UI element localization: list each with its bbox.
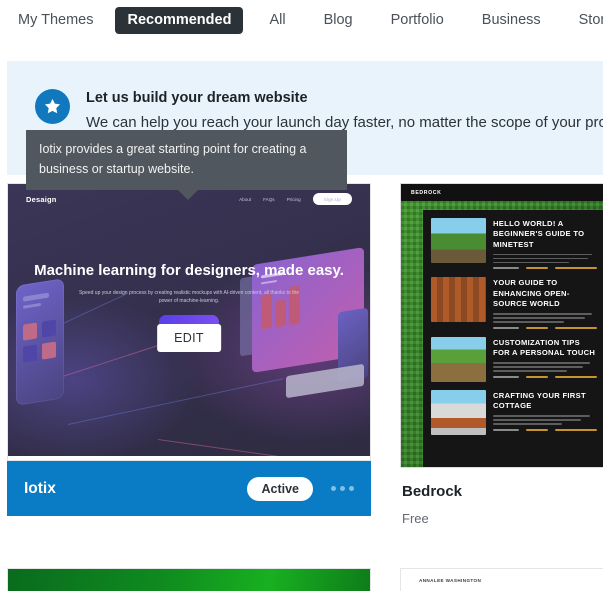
post-title: YOUR GUIDE TO ENHANCING OPEN-SOURCE WORL… — [493, 278, 570, 308]
theme-screenshot-iotix[interactable]: Desaign About FAQs Pricing Sign Up Machi… — [7, 183, 371, 461]
theme-card-footer-iotix: Iotix Active — [7, 461, 371, 516]
nav-item-portfolio[interactable]: Portfolio — [379, 7, 456, 34]
preview-body-text: Speed up your design process by creating… — [78, 289, 300, 305]
theme-name-bedrock: Bedrock — [402, 483, 463, 500]
theme-screenshot-partial-left[interactable] — [7, 568, 371, 591]
preview-nav-about: About — [239, 196, 252, 202]
theme-options-menu-icon[interactable] — [331, 486, 354, 491]
preview-bedrock-logo: BEDROCK — [411, 189, 442, 196]
nav-item-store[interactable]: Store — [567, 7, 603, 34]
preview-author-name: ANNALEE WASHINGTON — [419, 578, 482, 583]
post-title: HELLO WORLD! A BEGINNER'S GUIDE TO MINET… — [493, 219, 585, 249]
edit-theme-button[interactable]: EDIT — [157, 324, 221, 352]
tooltip-arrow-icon — [178, 189, 198, 200]
post-thumbnail-icon — [431, 218, 486, 263]
theme-name-iotix: Iotix — [24, 479, 56, 497]
theme-tooltip: Iotix provides a great starting point fo… — [26, 130, 347, 200]
preview-nav-pricing: Pricing — [286, 196, 301, 202]
nav-item-business[interactable]: Business — [470, 7, 553, 34]
theme-card-bedrock[interactable]: BEDROCK HELLO WORLD! A BEGINNER'S GUIDE … — [400, 183, 603, 526]
list-item: CUSTOMIZATION TIPS FOR A PERSONAL TOUCH — [431, 336, 603, 382]
list-item: CRAFTING YOUR FIRST COTTAGE — [431, 389, 603, 435]
theme-card-iotix[interactable]: Desaign About FAQs Pricing Sign Up Machi… — [7, 183, 371, 526]
preview-nav-faqs: FAQs — [263, 196, 275, 202]
preview-headline: Machine learning for designers, made eas… — [34, 262, 344, 279]
post-thumbnail-icon — [431, 336, 486, 382]
list-item: HELLO WORLD! A BEGINNER'S GUIDE TO MINET… — [431, 218, 603, 270]
theme-price-bedrock: Free — [402, 510, 429, 526]
promo-banner-title: Let us build your dream website — [86, 90, 308, 106]
post-title: CRAFTING YOUR FIRST COTTAGE — [493, 390, 586, 410]
status-badge-active: Active — [247, 476, 313, 501]
star-icon — [35, 89, 70, 124]
preview-footer: Over 700 teams worldwide rely on Desaign… — [8, 456, 370, 460]
theme-card-footer-bedrock: Bedrock Free — [400, 468, 603, 526]
nav-item-all[interactable]: All — [257, 7, 297, 34]
list-item: YOUR GUIDE TO ENHANCING OPEN-SOURCE WORL… — [431, 277, 603, 329]
green-gradient-preview — [8, 569, 370, 591]
nav-item-recommended[interactable]: Recommended — [115, 6, 244, 35]
theme-tooltip-text: Iotix provides a great starting point fo… — [39, 142, 307, 177]
nav-item-my-themes[interactable]: My Themes — [18, 7, 105, 34]
preview-site-logo: Desaign — [26, 194, 57, 204]
nav-item-blog[interactable]: Blog — [312, 7, 365, 34]
theme-grid-row-partial: ANNALEE WASHINGTON — [7, 568, 603, 591]
post-thumbnail-icon — [431, 389, 486, 435]
theme-category-nav: My Themes Recommended All Blog Portfolio… — [0, 0, 603, 41]
theme-screenshot-partial-right[interactable]: ANNALEE WASHINGTON — [400, 568, 603, 591]
post-thumbnail-icon — [431, 277, 486, 323]
preview-post-list: HELLO WORLD! A BEGINNER'S GUIDE TO MINET… — [423, 210, 603, 467]
theme-grid: Desaign About FAQs Pricing Sign Up Machi… — [7, 183, 603, 526]
theme-screenshot-bedrock[interactable]: BEDROCK HELLO WORLD! A BEGINNER'S GUIDE … — [400, 183, 603, 468]
preview-signup-button: Sign Up — [312, 193, 352, 205]
post-title: CUSTOMIZATION TIPS FOR A PERSONAL TOUCH — [493, 337, 596, 357]
